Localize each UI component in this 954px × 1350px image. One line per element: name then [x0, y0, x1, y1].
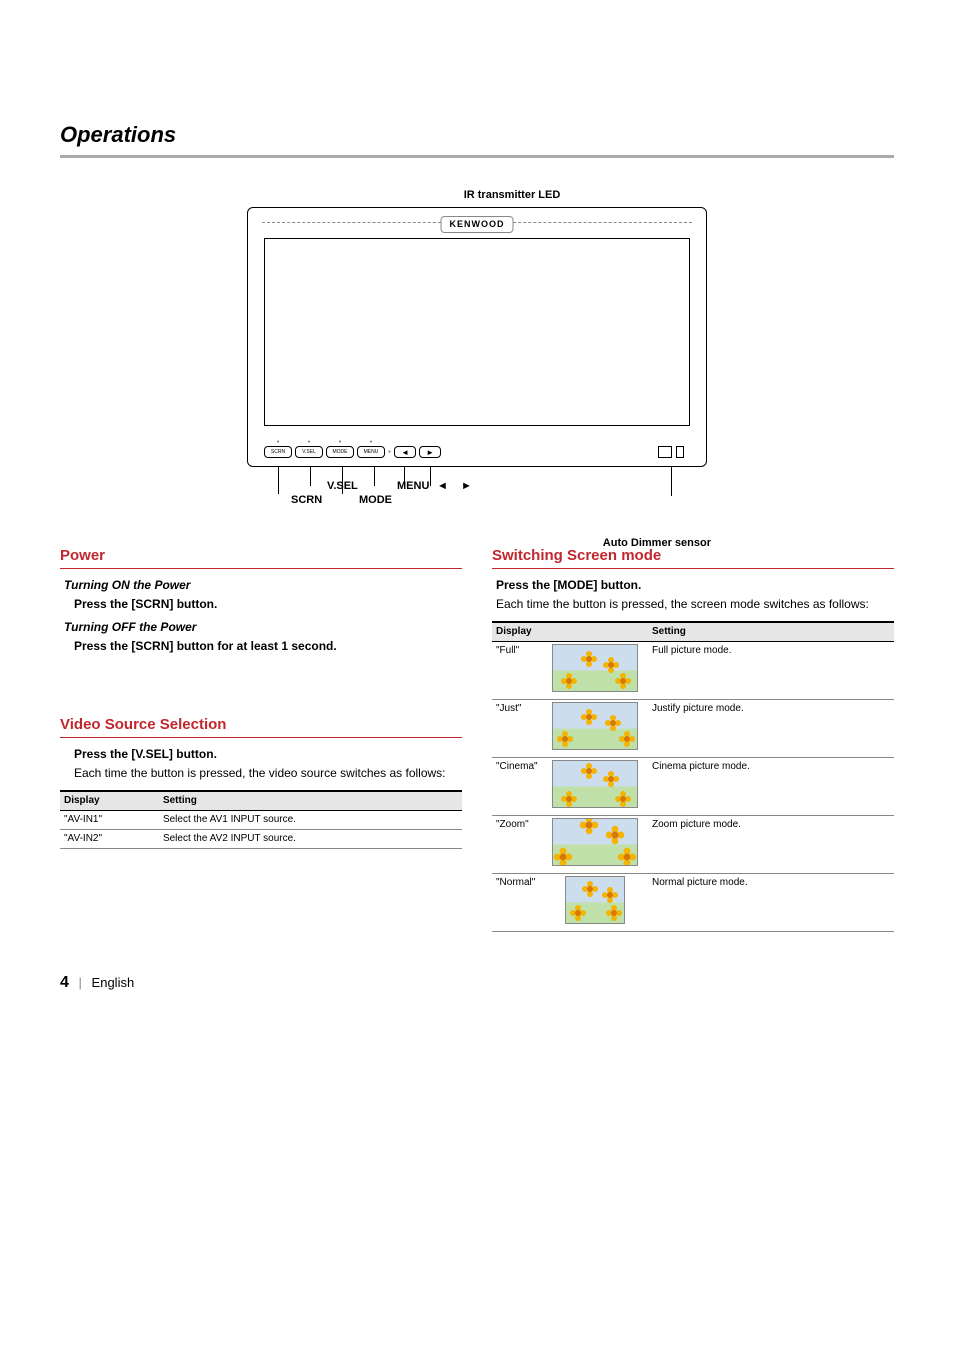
video-instruction: Press the [V.SEL] button. [74, 746, 462, 763]
brand-badge: KENWOOD [441, 216, 514, 233]
left-arrow-button-graphic: ◄ [394, 446, 416, 458]
table-row: "Full" Full picture mode. [492, 641, 894, 699]
video-th-display: Display [60, 791, 159, 811]
power-heading: Power [60, 545, 462, 569]
video-th-setting: Setting [159, 791, 462, 811]
mode-label: MODE [359, 493, 392, 508]
just-mode-thumb [552, 702, 638, 750]
table-row: "AV-IN1" Select the AV1 INPUT source. [60, 810, 462, 829]
vsel-label: V.SEL [327, 479, 358, 494]
device-diagram: IR transmitter LED KENWOOD ●SCRN ●V.SEL … [247, 188, 707, 515]
right-arrow-button-graphic: ► [419, 446, 441, 458]
screen-description: Each time the button is pressed, the scr… [496, 596, 894, 613]
page-footer: 4 | English [60, 972, 894, 994]
screen-mode-table: Display Setting "Full" Fu [492, 621, 894, 932]
vsel-button-graphic: ●V.SEL [295, 446, 323, 458]
screen-instruction: Press the [MODE] button. [496, 577, 894, 594]
menu-button-graphic: ●MENU [357, 446, 385, 458]
right-triangle-icon: ► [461, 479, 472, 494]
left-triangle-icon: ◄ [437, 479, 448, 494]
video-source-heading: Video Source Selection [60, 714, 462, 738]
mode-button-graphic: ●MODE [326, 446, 354, 458]
video-source-table: Display Setting "AV-IN1" Select the AV1 … [60, 790, 462, 849]
table-row: "Zoom" Zoom picture mode. [492, 815, 894, 873]
menu-label: MENU [397, 479, 429, 494]
table-row: "Normal" Normal picture mode. [492, 873, 894, 931]
video-description: Each time the button is pressed, the vid… [74, 765, 462, 782]
monitor-illustration: KENWOOD ●SCRN ●V.SEL ●MODE ●MENU ● ◄ ► [247, 207, 707, 467]
table-row: "AV-IN2" Select the AV2 INPUT source. [60, 829, 462, 848]
ir-transmitter-label: IR transmitter LED [317, 188, 707, 203]
page-language: English [92, 975, 135, 990]
power-on-instruction: Press the [SCRN] button. [74, 596, 462, 613]
table-row: "Cinema" Cinema picture mode. [492, 757, 894, 815]
dimmer-sensor-icon [676, 446, 684, 458]
sensor-icon [658, 446, 672, 458]
screen-th-display: Display [492, 622, 548, 642]
cinema-mode-thumb [552, 760, 638, 808]
page-number: 4 [60, 974, 69, 991]
full-mode-thumb [552, 644, 638, 692]
device-button-row: ●SCRN ●V.SEL ●MODE ●MENU ● ◄ ► [264, 446, 441, 458]
normal-mode-thumb [565, 876, 625, 924]
auto-dimmer-label: Auto Dimmer sensor [603, 536, 711, 551]
zoom-mode-thumb [552, 818, 638, 866]
table-row: "Just" Justify picture mode. [492, 699, 894, 757]
scrn-button-graphic: ●SCRN [264, 446, 292, 458]
screen-th-setting: Setting [648, 622, 894, 642]
power-off-instruction: Press the [SCRN] button for at least 1 s… [74, 638, 462, 655]
scrn-label: SCRN [291, 493, 322, 508]
section-title: Operations [60, 120, 894, 158]
power-off-subhead: Turning OFF the Power [64, 619, 462, 636]
power-on-subhead: Turning ON the Power [64, 577, 462, 594]
